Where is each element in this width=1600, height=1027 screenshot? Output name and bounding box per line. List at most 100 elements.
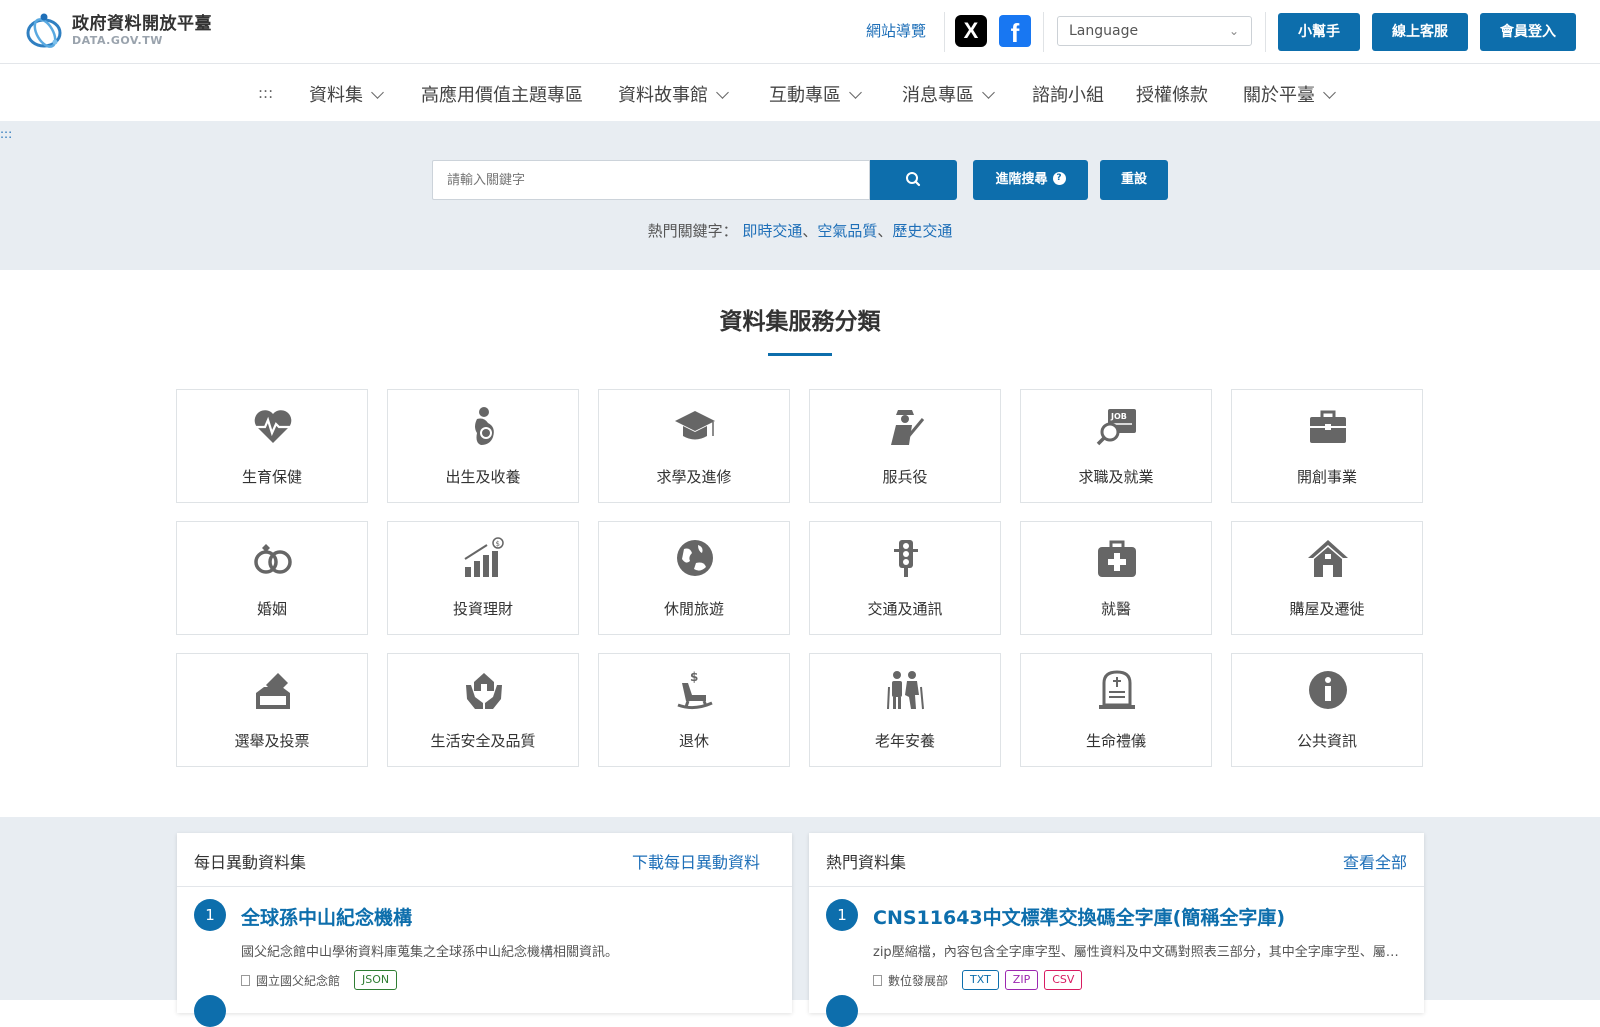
category-card[interactable]: 老年安養 <box>809 653 1001 767</box>
category-card[interactable]: 交通及通訊 <box>809 521 1001 635</box>
nav-item-advisory[interactable]: 諮詢小組 <box>1032 81 1104 107</box>
graduation-cap-icon <box>675 411 715 440</box>
nav-item-label: 諮詢小組 <box>1032 85 1104 106</box>
help-icon: ? <box>1052 172 1066 185</box>
category-card[interactable]: 休閒旅遊 <box>598 521 790 635</box>
panel-header: 每日異動資料集 下載每日異動資料 <box>177 833 792 887</box>
info-icon <box>1309 671 1347 709</box>
soldier-icon <box>891 410 925 445</box>
title-underline <box>768 353 832 356</box>
rocking-chair-icon: $ <box>677 670 713 710</box>
online-support-button[interactable]: 線上客服 <box>1372 13 1468 51</box>
popular-datasets-panel: 熱門資料集 查看全部 1 CNS11643中文標準交換碼全字庫(簡稱全字庫) z… <box>809 833 1424 1027</box>
hot-keyword-link[interactable]: 歷史交通 <box>892 222 952 240</box>
traffic-light-icon <box>894 540 918 577</box>
nav-item-data-stories[interactable]: 資料故事館 <box>618 81 729 107</box>
download-daily-link[interactable]: 下載每日異動資料 <box>632 849 760 873</box>
logo-title: 政府資料開放平臺 <box>72 14 212 34</box>
chevron-down-icon <box>982 86 995 99</box>
nav-item-news[interactable]: 消息專區 <box>902 81 995 107</box>
category-card[interactable]: 婚姻 <box>176 521 368 635</box>
mother-baby-icon <box>475 407 494 445</box>
skip-accesskey[interactable]: ::: <box>0 127 12 141</box>
advanced-search-button[interactable]: 進階搜尋? <box>973 160 1088 200</box>
category-card[interactable]: 選舉及投票 <box>176 653 368 767</box>
language-select[interactable]: Language ⌄ <box>1057 16 1252 46</box>
logo-icon <box>26 13 62 48</box>
category-card[interactable]: 服兵役 <box>809 389 1001 503</box>
category-label: 老年安養 <box>874 732 935 750</box>
divider <box>1265 12 1266 52</box>
category-label: 出生及收養 <box>445 468 521 486</box>
category-card[interactable]: 求學及進修 <box>598 389 790 503</box>
category-card[interactable]: JOB 求職及就業 <box>1020 389 1212 503</box>
house-icon <box>1308 540 1348 577</box>
nav-item-license[interactable]: 授權條款 <box>1136 81 1208 107</box>
category-card[interactable]: 生活安全及品質 <box>387 653 579 767</box>
divider <box>1043 12 1044 52</box>
job-search-icon: JOB <box>1096 409 1136 446</box>
category-card[interactable]: 公共資訊 <box>1231 653 1423 767</box>
x-twitter-icon[interactable]: X <box>955 15 987 47</box>
dataset-title-link[interactable]: CNS11643中文標準交換碼全字庫(簡稱全字庫) <box>873 903 1285 930</box>
category-label: 生活安全及品質 <box>430 732 536 750</box>
format-tag[interactable]: JSON <box>354 970 398 990</box>
svg-text:$: $ <box>496 540 500 548</box>
separator: 、 <box>802 222 818 240</box>
hot-keyword-link[interactable]: 即時交通 <box>742 222 802 240</box>
category-card[interactable]: 購屋及遷徙 <box>1231 521 1423 635</box>
heart-pulse-icon <box>254 410 292 443</box>
member-login-button[interactable]: 會員登入 <box>1480 13 1576 51</box>
nav-item-label: 資料故事館 <box>618 85 708 106</box>
format-tag[interactable]: TXT <box>962 970 999 990</box>
svg-text:$: $ <box>690 670 698 684</box>
category-card[interactable]: $ 投資理財 <box>387 521 579 635</box>
category-card[interactable]: $ 退休 <box>598 653 790 767</box>
category-card[interactable]: 生育保健 <box>176 389 368 503</box>
category-label: 生命禮儀 <box>1085 732 1146 750</box>
nav-item-label: 互動專區 <box>769 85 841 106</box>
categories-title: 資料集服務分類 <box>719 309 881 335</box>
nav-item-label: 授權條款 <box>1136 85 1208 106</box>
rings-icon <box>254 544 292 574</box>
category-card[interactable]: 出生及收養 <box>387 389 579 503</box>
category-card[interactable]: 就醫 <box>1020 521 1212 635</box>
category-label: 求學及進修 <box>656 468 732 486</box>
view-all-link[interactable]: 查看全部 <box>1343 849 1407 873</box>
dataset-meta: 國立國父紀念館 JSON <box>241 970 403 990</box>
chevron-down-icon <box>371 86 384 99</box>
dataset-meta: 數位發展部 TXT ZIP CSV <box>873 970 1088 990</box>
facebook-icon[interactable]: f <box>999 15 1031 48</box>
category-label: 選舉及投票 <box>234 732 310 750</box>
hot-keyword-link[interactable]: 空氣品質 <box>817 222 877 240</box>
sitemap-link[interactable]: 網站導覽 <box>866 20 926 41</box>
nav-item-about[interactable]: 關於平臺 <box>1243 81 1336 107</box>
nav-item-datasets[interactable]: 資料集 <box>309 81 384 107</box>
nav-item-label: 關於平臺 <box>1243 85 1315 106</box>
search-input[interactable] <box>432 160 870 200</box>
nav-accesskey[interactable]: ::: <box>258 84 273 102</box>
chevron-down-icon: ⌄ <box>1228 24 1239 38</box>
site-logo[interactable]: 政府資料開放平臺 DATA.GOV.TW <box>24 12 212 50</box>
format-tag[interactable]: CSV <box>1044 970 1083 990</box>
rank-badge: 1 <box>194 899 226 931</box>
logo-subtitle: DATA.GOV.TW <box>72 34 163 47</box>
reset-button[interactable]: 重設 <box>1100 160 1168 200</box>
category-label: 公共資訊 <box>1296 732 1357 750</box>
hot-keywords: 熱門關鍵字： 即時交通、空氣品質、歷史交通 <box>0 220 1600 241</box>
nav-item-high-value[interactable]: 高應用價值主題專區 <box>421 81 583 107</box>
format-tag[interactable]: ZIP <box>1004 970 1039 990</box>
category-card[interactable]: 生命禮儀 <box>1020 653 1212 767</box>
category-label: 休閒旅遊 <box>663 600 724 618</box>
panel-title: 每日異動資料集 <box>194 853 307 872</box>
category-card[interactable]: 開創事業 <box>1231 389 1423 503</box>
hot-keywords-label: 熱門關鍵字： <box>647 222 738 240</box>
main-nav: ::: 資料集 高應用價值主題專區 資料故事館 互動專區 消息專區 諮詢小組 授… <box>0 64 1600 122</box>
helper-button[interactable]: 小幫手 <box>1278 13 1360 51</box>
daily-updates-panel: 每日異動資料集 下載每日異動資料 1 全球孫中山紀念機構 國父紀念館中山學術資料… <box>177 833 792 1027</box>
nav-item-interactive[interactable]: 互動專區 <box>769 81 862 107</box>
category-label: 開創事業 <box>1296 468 1357 486</box>
dataset-title-link[interactable]: 全球孫中山紀念機構 <box>241 903 412 930</box>
svg-text:JOB: JOB <box>1110 412 1127 421</box>
search-button[interactable] <box>870 160 957 200</box>
